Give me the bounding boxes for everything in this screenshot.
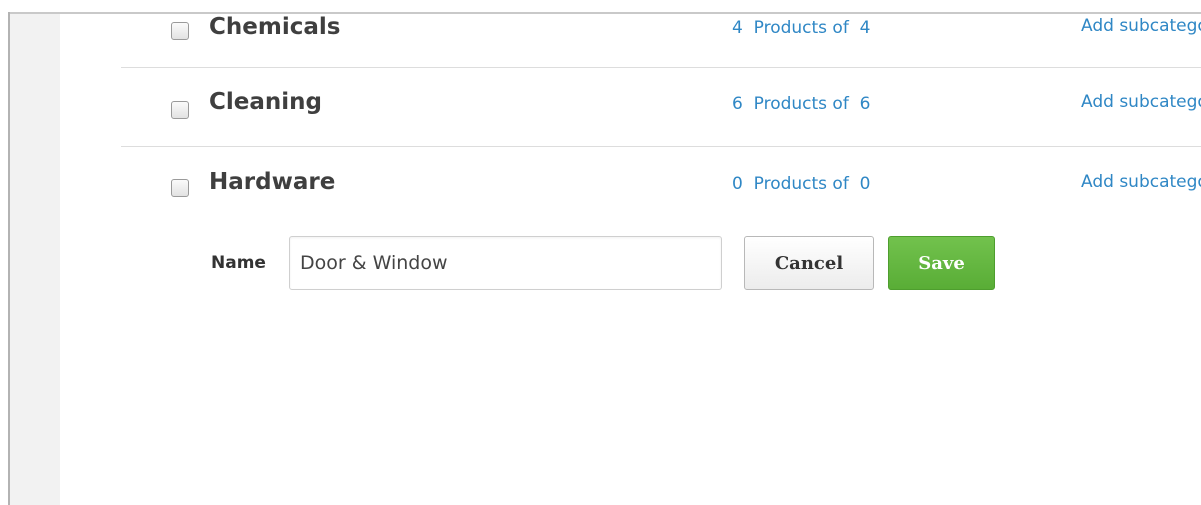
product-count-link[interactable]: 4 Products of 4 <box>732 18 870 38</box>
name-label: Name <box>211 253 266 273</box>
add-subcategory-link[interactable]: Add subcategory <box>1081 16 1201 36</box>
category-row-cleaning: Cleaning 6 Products of 6 Add subcategory <box>121 68 1201 147</box>
add-subcategory-link[interactable]: Add subcategory <box>1081 92 1201 112</box>
product-count-link[interactable]: 6 Products of 6 <box>732 94 870 114</box>
category-name: Chemicals <box>209 14 341 40</box>
save-button[interactable]: Save <box>888 236 995 290</box>
category-name: Cleaning <box>209 89 322 115</box>
category-name: Hardware <box>209 169 336 195</box>
add-subcategory-link[interactable]: Add subcategory <box>1081 172 1201 192</box>
product-count-link[interactable]: 0 Products of 0 <box>732 174 870 194</box>
category-checkbox[interactable] <box>171 22 189 40</box>
add-subcategory-form: Name Cancel Save <box>0 235 1201 293</box>
category-manager: Chemicals 4 Products of 4 Add subcategor… <box>0 0 1201 505</box>
category-row-chemicals: Chemicals 4 Products of 4 Add subcategor… <box>121 0 1201 68</box>
cancel-button[interactable]: Cancel <box>744 236 874 290</box>
subcategory-name-input[interactable] <box>289 236 722 290</box>
category-checkbox[interactable] <box>171 179 189 197</box>
category-checkbox[interactable] <box>171 101 189 119</box>
category-row-hardware: Hardware 0 Products of 0 Add subcategory <box>121 147 1201 225</box>
